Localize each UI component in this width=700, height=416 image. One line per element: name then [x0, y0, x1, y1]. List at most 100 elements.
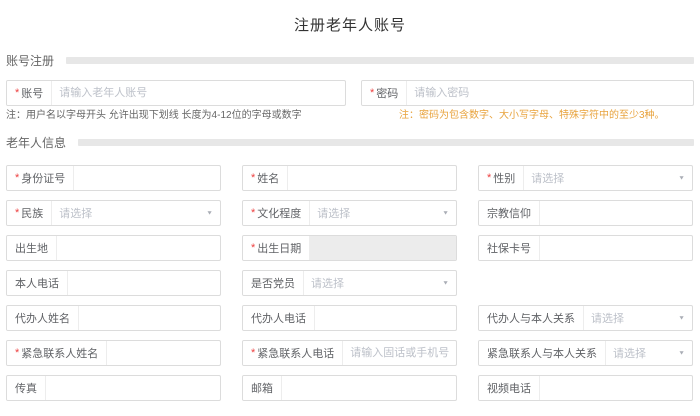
password-input[interactable]: [407, 81, 693, 105]
registration-page: 注册老年人账号 账号注册 * 账号 * 密码 注：用户名以字母开头 允许出现下划…: [0, 0, 700, 416]
birthplace-input[interactable]: [57, 236, 220, 260]
chevron-down-icon: ▼: [206, 210, 213, 216]
video-phone-input[interactable]: [540, 376, 692, 400]
name-input[interactable]: [288, 166, 456, 190]
gender-select-value: 请选择: [531, 170, 674, 186]
field-education: * 文化程度 请选择 ▼: [242, 200, 457, 226]
agent-phone-label-text: 代办人电话: [251, 310, 306, 326]
id-card-label: * 身份证号: [7, 166, 74, 190]
field-agent-phone: 代办人电话: [242, 305, 457, 331]
emergency-contact-relation-label: 紧急联系人与本人关系: [479, 341, 606, 365]
agent-phone-label: 代办人电话: [243, 306, 315, 330]
chevron-down-icon: ▼: [442, 280, 449, 286]
section-header-account: 账号注册: [6, 54, 694, 67]
personal-phone-input[interactable]: [68, 271, 220, 295]
agent-relation-label-text: 代办人与本人关系: [487, 310, 575, 326]
section-title-account: 账号注册: [6, 52, 54, 69]
education-label-text: 文化程度: [257, 205, 301, 221]
field-party-member: 是否党员 请选择 ▼: [242, 270, 457, 296]
ethnicity-label: * 民族: [7, 201, 52, 225]
party-member-label: 是否党员: [243, 271, 304, 295]
birth-date-label: * 出生日期: [243, 236, 310, 260]
social-security-card-input[interactable]: [540, 236, 692, 260]
required-marker: *: [15, 172, 19, 184]
field-social-security-card: 社保卡号: [478, 235, 693, 261]
agent-name-input[interactable]: [79, 306, 220, 330]
section-divider-bar: [78, 139, 694, 146]
id-card-input[interactable]: [74, 166, 220, 190]
field-account: * 账号: [6, 80, 346, 106]
emergency-contact-name-label: * 紧急联系人姓名: [7, 341, 107, 365]
education-select-value: 请选择: [317, 205, 438, 221]
field-password: * 密码: [361, 80, 694, 106]
field-email: 邮箱: [242, 375, 457, 401]
account-row: * 账号 * 密码: [6, 80, 694, 106]
email-input[interactable]: [282, 376, 456, 400]
name-label: * 姓名: [243, 166, 288, 190]
info-fields-grid: * 身份证号 * 姓名 * 性别 请选择 ▼ *: [6, 165, 694, 401]
required-marker: *: [251, 242, 255, 254]
required-marker: *: [15, 87, 19, 99]
birth-date-label-text: 出生日期: [257, 240, 301, 256]
account-label: * 账号: [7, 81, 52, 105]
required-marker: *: [15, 347, 19, 359]
video-phone-label-text: 视频电话: [487, 380, 531, 396]
section-header-info: 老年人信息: [6, 136, 694, 149]
video-phone-label: 视频电话: [479, 376, 540, 400]
emergency-contact-phone-input[interactable]: [343, 341, 456, 365]
id-card-label-text: 身份证号: [21, 170, 65, 186]
birthplace-label-text: 出生地: [15, 240, 48, 256]
agent-name-label-text: 代办人姓名: [15, 310, 70, 326]
social-security-card-label: 社保卡号: [479, 236, 540, 260]
party-member-select-value: 请选择: [311, 275, 438, 291]
party-member-select[interactable]: 请选择 ▼: [304, 271, 456, 295]
field-video-phone: 视频电话: [478, 375, 693, 401]
religion-input[interactable]: [540, 201, 692, 225]
agent-phone-input[interactable]: [315, 306, 456, 330]
required-marker: *: [370, 87, 374, 99]
education-select[interactable]: 请选择 ▼: [310, 201, 456, 225]
field-fax: 传真: [6, 375, 221, 401]
required-marker: *: [251, 207, 255, 219]
ethnicity-select-value: 请选择: [59, 205, 202, 221]
field-agent-name: 代办人姓名: [6, 305, 221, 331]
account-input[interactable]: [52, 81, 345, 105]
account-label-text: 账号: [21, 85, 43, 101]
personal-phone-label-text: 本人电话: [15, 275, 59, 291]
required-marker: *: [487, 172, 491, 184]
field-personal-phone: 本人电话: [6, 270, 221, 296]
field-name: * 姓名: [242, 165, 457, 191]
religion-label-text: 宗教信仰: [487, 205, 531, 221]
password-note: 注：密码为包含数字、大小写字母、特殊字符中的至少3种。: [362, 109, 665, 122]
ethnicity-select[interactable]: 请选择 ▼: [52, 201, 220, 225]
religion-label: 宗教信仰: [479, 201, 540, 225]
emergency-contact-relation-label-text: 紧急联系人与本人关系: [487, 345, 597, 361]
personal-phone-label: 本人电话: [7, 271, 68, 295]
field-emergency-contact-name: * 紧急联系人姓名: [6, 340, 221, 366]
gender-select[interactable]: 请选择 ▼: [524, 166, 692, 190]
social-security-card-label-text: 社保卡号: [487, 240, 531, 256]
page-title: 注册老年人账号: [6, 0, 694, 38]
agent-relation-select[interactable]: 请选择 ▼: [584, 306, 692, 330]
email-label-text: 邮箱: [251, 380, 273, 396]
field-birth-date: * 出生日期: [242, 235, 457, 261]
education-label: * 文化程度: [243, 201, 310, 225]
ethnicity-label-text: 民族: [21, 205, 43, 221]
field-birthplace: 出生地: [6, 235, 221, 261]
field-gender: * 性别 请选择 ▼: [478, 165, 693, 191]
chevron-down-icon: ▼: [678, 350, 685, 356]
birth-date-input: [310, 236, 456, 260]
chevron-down-icon: ▼: [442, 210, 449, 216]
emergency-contact-phone-label: * 紧急联系人电话: [243, 341, 343, 365]
field-emergency-contact-phone: * 紧急联系人电话: [242, 340, 457, 366]
notes-row: 注：用户名以字母开头 允许出现下划线 长度为4-12位的字母或数字 注：密码为包…: [6, 109, 694, 122]
section-title-info: 老年人信息: [6, 134, 66, 151]
agent-relation-label: 代办人与本人关系: [479, 306, 584, 330]
field-religion: 宗教信仰: [478, 200, 693, 226]
fax-input[interactable]: [46, 376, 220, 400]
required-marker: *: [251, 172, 255, 184]
emergency-contact-relation-select[interactable]: 请选择 ▼: [606, 341, 692, 365]
chevron-down-icon: ▼: [678, 175, 685, 181]
emergency-contact-name-input[interactable]: [107, 341, 220, 365]
name-label-text: 姓名: [257, 170, 279, 186]
